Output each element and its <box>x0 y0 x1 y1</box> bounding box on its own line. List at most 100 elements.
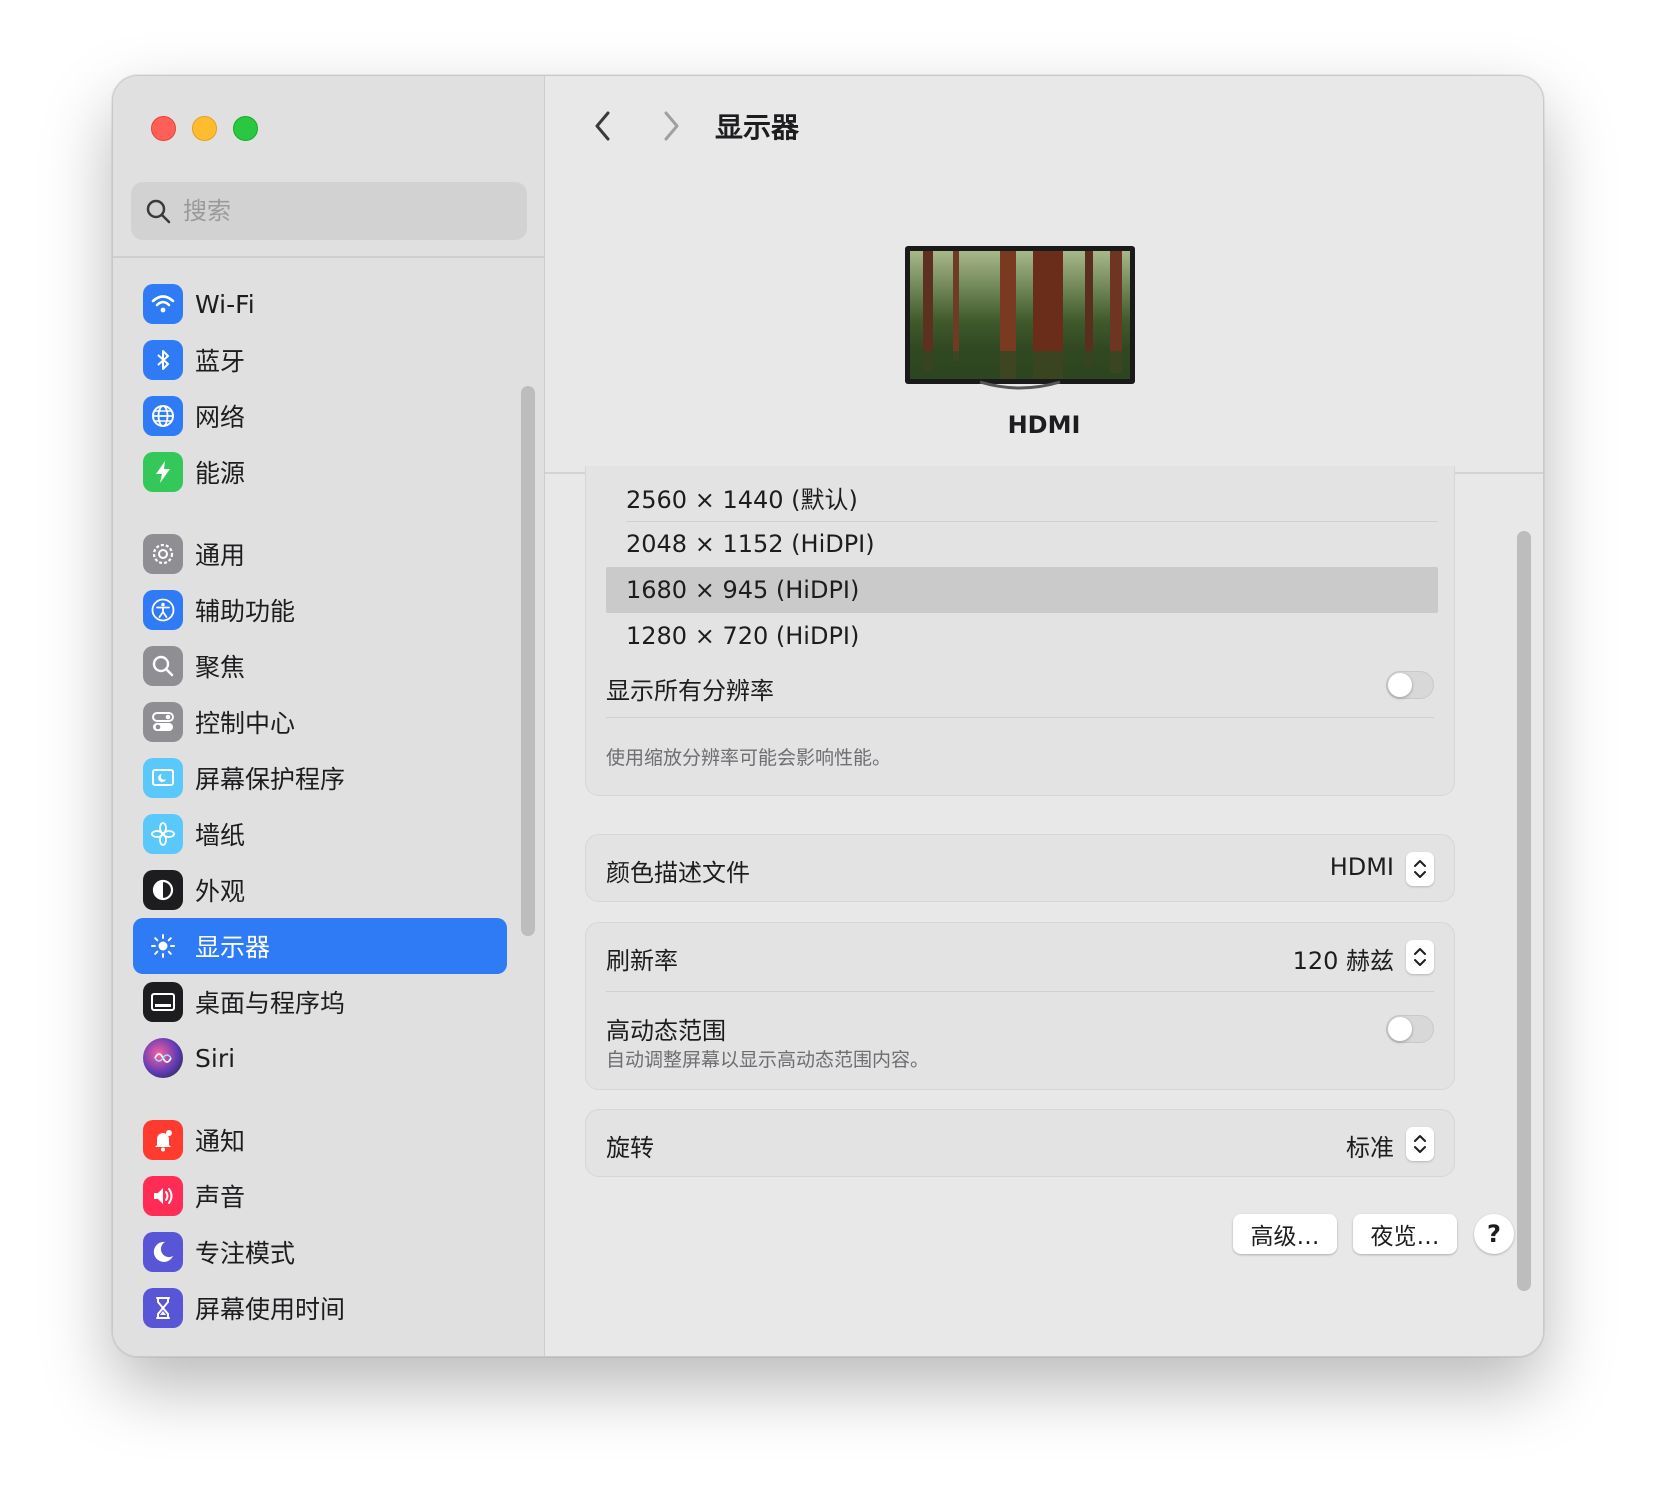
dock-icon <box>143 982 183 1022</box>
sidebar-scrollbar[interactable] <box>521 386 535 936</box>
sidebar-item-focus[interactable]: 专注模式 <box>133 1224 507 1280</box>
main-pane: 显示器 HDMI 2560 × 1440 (默认) 2048 × 1152 (H… <box>545 76 1543 1356</box>
refresh-hdr-card: 刷新率 120 赫兹 高动态范围 自动调整屏幕以显示高动态范围内容。 <box>585 922 1455 1090</box>
sidebar-item-desktop-dock[interactable]: 桌面与程序坞 <box>133 974 507 1030</box>
scaling-note: 使用缩放分辨率可能会影响性能。 <box>606 747 892 769</box>
sidebar-item-notifications[interactable]: 通知 <box>133 1112 507 1168</box>
refresh-rate-popup[interactable] <box>1406 940 1434 974</box>
display-preview: HDMI <box>545 176 1543 474</box>
wifi-icon <box>143 284 183 324</box>
minimize-window-button[interactable] <box>192 116 217 141</box>
gear-icon <box>143 534 183 574</box>
accessibility-icon <box>143 590 183 630</box>
speaker-icon <box>143 1176 183 1216</box>
appearance-icon <box>143 870 183 910</box>
close-window-button[interactable] <box>151 116 176 141</box>
divider <box>606 991 1434 992</box>
sidebar-item-label: 能源 <box>195 459 246 488</box>
show-all-resolutions-toggle[interactable] <box>1386 671 1434 699</box>
rotation-value[interactable]: 标准 <box>1346 1128 1394 1163</box>
night-shift-button[interactable]: 夜览… <box>1353 1214 1457 1254</box>
sidebar-item-label: 辅助功能 <box>195 597 296 626</box>
search-icon <box>146 199 171 224</box>
settings-content: 2560 × 1440 (默认) 2048 × 1152 (HiDPI) 168… <box>545 466 1543 1356</box>
sidebar-item-network[interactable]: 网络 <box>133 388 507 444</box>
updown-chevron-icon <box>1414 860 1426 878</box>
advanced-button[interactable]: 高级… <box>1233 1214 1337 1254</box>
chevron-left-icon <box>595 111 610 141</box>
sidebar-item-label: 墙纸 <box>195 821 246 850</box>
sidebar-nav: Wi-Fi 蓝牙 网络 能源 通用 辅助功能 聚焦 控制中心 屏幕保护程序 墙纸… <box>133 276 507 1336</box>
toolbar: 显示器 <box>545 76 1543 176</box>
sidebar-item-sound[interactable]: 声音 <box>133 1168 507 1224</box>
search-input[interactable] <box>183 197 503 225</box>
flower-icon <box>143 814 183 854</box>
resolution-option[interactable]: 2560 × 1440 (默认) <box>626 474 858 520</box>
moon-icon <box>143 1232 183 1272</box>
refresh-rate-value[interactable]: 120 赫兹 <box>1293 941 1394 976</box>
magnifier-icon <box>143 646 183 686</box>
switches-icon <box>143 702 183 742</box>
sidebar-item-wallpaper[interactable]: 墙纸 <box>133 806 507 862</box>
sidebar-divider <box>113 256 545 258</box>
sidebar-item-label: 外观 <box>195 877 246 906</box>
rotation-popup[interactable] <box>1406 1127 1434 1161</box>
sidebar-item-label: 专注模式 <box>195 1239 296 1268</box>
sidebar-item-battery[interactable]: 能源 <box>133 444 507 500</box>
sidebar-item-wifi[interactable]: Wi-Fi <box>133 276 507 332</box>
sidebar-item-label: 聚焦 <box>195 653 246 682</box>
settings-window: Wi-Fi 蓝牙 网络 能源 <box>112 75 1544 1357</box>
hdr-label: 高动态范围 <box>606 1017 726 1045</box>
sidebar-item-label: 控制中心 <box>195 709 296 738</box>
sidebar-item-label: 屏幕使用时间 <box>195 1295 346 1324</box>
display-thumbnail[interactable] <box>905 246 1135 396</box>
sidebar-item-general[interactable]: 通用 <box>133 526 507 582</box>
hdr-toggle[interactable] <box>1386 1015 1434 1043</box>
divider <box>606 717 1434 718</box>
back-button[interactable] <box>583 106 623 146</box>
sidebar-item-siri[interactable]: Siri <box>133 1030 507 1086</box>
sidebar-item-bluetooth[interactable]: 蓝牙 <box>133 332 507 388</box>
sidebar-item-label: 显示器 <box>195 933 271 962</box>
sidebar-item-control-center[interactable]: 控制中心 <box>133 694 507 750</box>
sidebar-item-label: 蓝牙 <box>195 347 246 376</box>
sidebar-item-spotlight[interactable]: 聚焦 <box>133 638 507 694</box>
rotation-label: 旋转 <box>606 1134 654 1162</box>
sidebar-item-label: Wi-Fi <box>195 289 255 319</box>
chevron-right-icon <box>664 111 679 141</box>
sidebar-item-label: 通知 <box>195 1127 246 1156</box>
sidebar-item-accessibility[interactable]: 辅助功能 <box>133 582 507 638</box>
window-controls <box>151 116 258 141</box>
color-profile-popup[interactable] <box>1406 852 1434 886</box>
siri-icon <box>143 1038 183 1078</box>
help-button[interactable]: ? <box>1474 1214 1514 1254</box>
hdr-description: 自动调整屏幕以显示高动态范围内容。 <box>606 1049 930 1071</box>
bluetooth-icon <box>143 340 183 380</box>
color-profile-value[interactable]: HDMI <box>1330 853 1394 881</box>
page-title: 显示器 <box>715 111 800 144</box>
updown-chevron-icon <box>1414 948 1426 966</box>
sidebar: Wi-Fi 蓝牙 网络 能源 <box>113 76 545 1356</box>
resolution-option[interactable]: 2048 × 1152 (HiDPI) <box>626 521 875 567</box>
resolution-card: 2560 × 1440 (默认) 2048 × 1152 (HiDPI) 168… <box>585 466 1455 796</box>
sun-icon <box>143 926 183 966</box>
forward-button[interactable] <box>651 106 691 146</box>
main-scrollbar[interactable] <box>1517 531 1531 1291</box>
globe-icon <box>143 396 183 436</box>
screensaver-icon <box>143 758 183 798</box>
sidebar-item-screen-time[interactable]: 屏幕使用时间 <box>133 1280 507 1336</box>
sidebar-item-label: 屏幕保护程序 <box>195 765 346 794</box>
search-field[interactable] <box>131 182 527 240</box>
sidebar-item-label: 声音 <box>195 1183 246 1212</box>
zoom-window-button[interactable] <box>233 116 258 141</box>
refresh-rate-label: 刷新率 <box>606 947 678 975</box>
color-profile-label: 颜色描述文件 <box>606 859 750 887</box>
sidebar-item-label: 通用 <box>195 541 246 570</box>
resolution-option[interactable]: 1280 × 720 (HiDPI) <box>626 613 859 659</box>
display-name: HDMI <box>1007 411 1081 439</box>
sidebar-item-screensaver[interactable]: 屏幕保护程序 <box>133 750 507 806</box>
sidebar-item-displays[interactable]: 显示器 <box>133 918 507 974</box>
sidebar-item-label: 桌面与程序坞 <box>195 989 346 1018</box>
resolution-option-selected[interactable]: 1680 × 945 (HiDPI) <box>606 567 1438 613</box>
sidebar-item-appearance[interactable]: 外观 <box>133 862 507 918</box>
